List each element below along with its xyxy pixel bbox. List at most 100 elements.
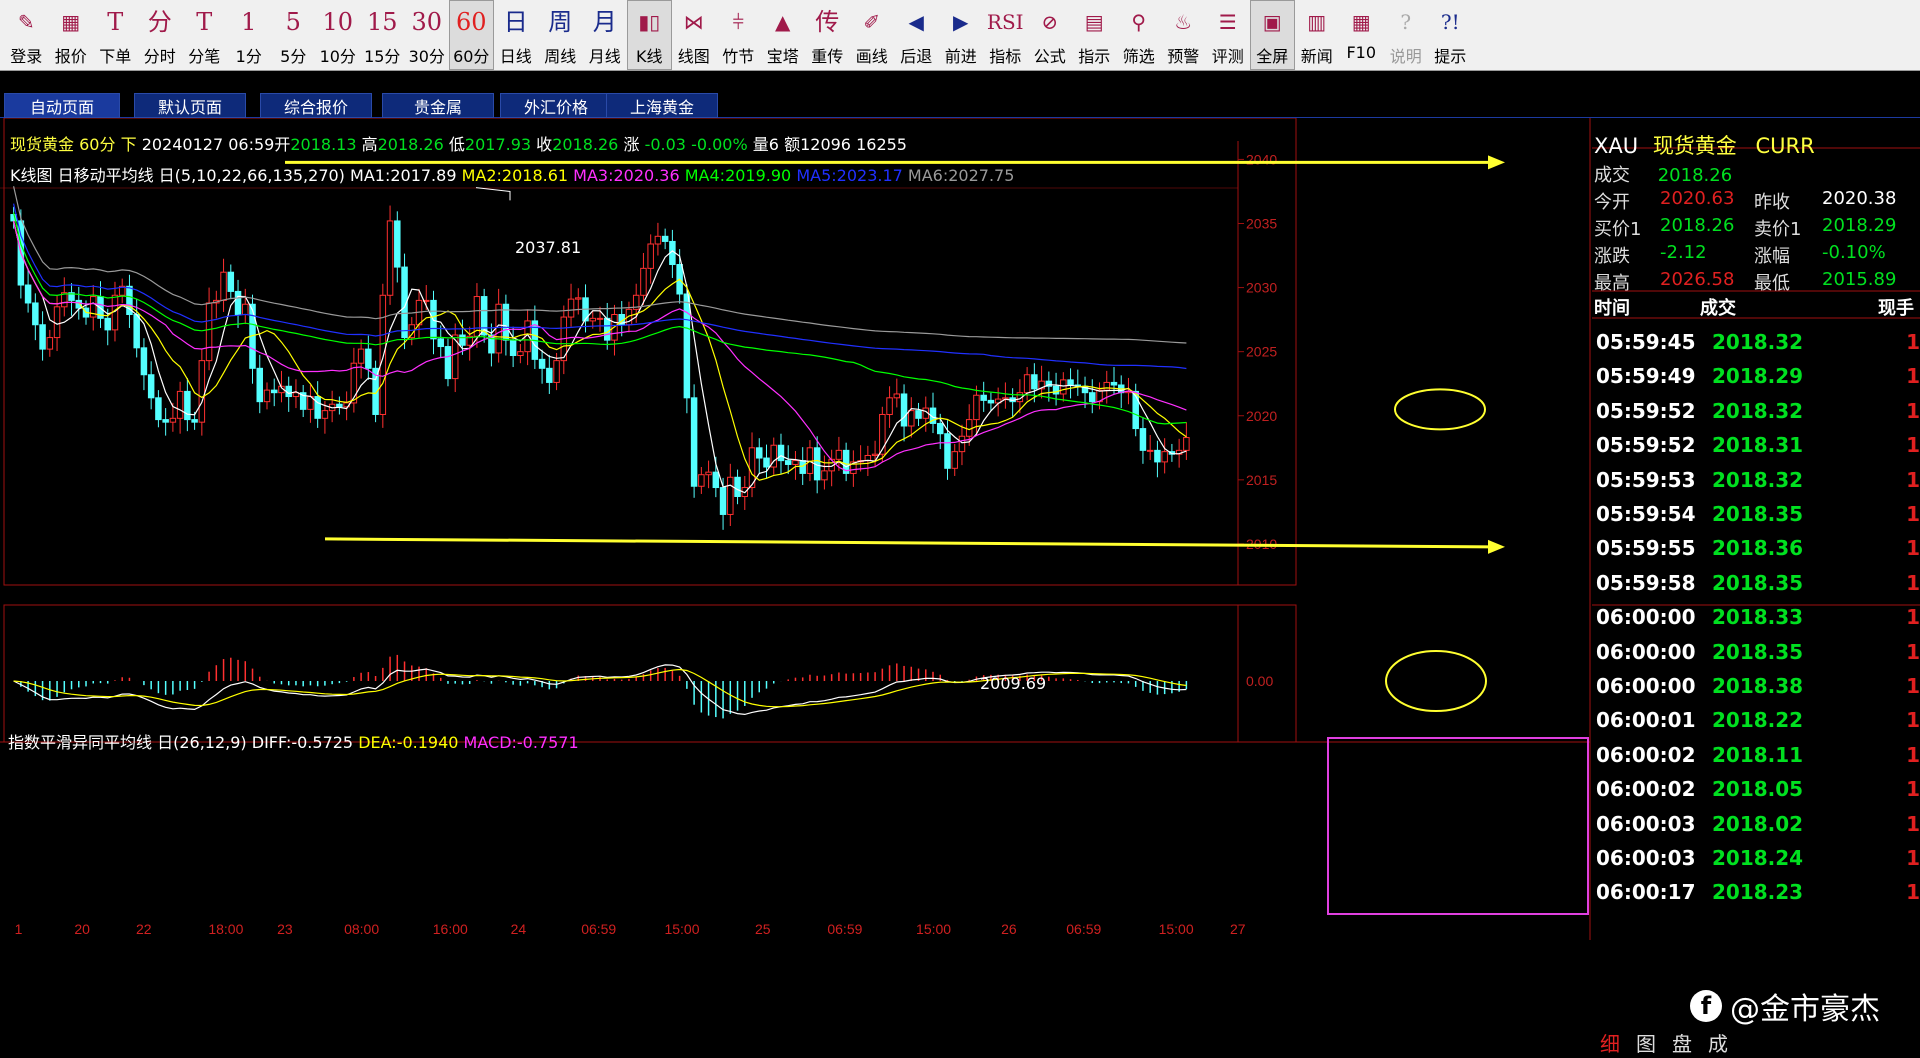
candle-body [205, 302, 213, 362]
toolbar-news-button[interactable]: ▥ 新闻 [1295, 0, 1340, 70]
help-desc-icon: ? [1400, 10, 1412, 34]
highlight-ellipse [1394, 388, 1486, 431]
tick-row: 06:00:02 2018.05 1 [1592, 772, 1920, 806]
tips-label: 提示 [1434, 47, 1467, 66]
toolbar-order-button[interactable]: T 下单 [93, 0, 138, 70]
candle-body [459, 334, 466, 346]
toolbar-formula-button[interactable]: ⊘ 公式 [1028, 0, 1073, 70]
toolbar-linechart-button[interactable]: ⋈ 线图 [672, 0, 717, 70]
detail-tab-bar: 细图盘成 [1592, 1026, 1920, 1058]
tab-5[interactable]: 上海黄金 [606, 93, 718, 118]
detail-tab-2[interactable]: 盘 [1664, 1026, 1700, 1058]
toolbar-indicator-button[interactable]: RSI 指标 [983, 0, 1028, 70]
toolbar-f10-button[interactable]: ▦ F10 [1339, 0, 1384, 70]
60min-icon: 60 [455, 8, 487, 36]
quote-change: -2.12 [1660, 242, 1707, 263]
tick-time: 06:00:00 [1596, 674, 1696, 698]
tick-vol: 1 [1906, 742, 1920, 767]
kline-icon: ▮▯ [638, 10, 661, 34]
toolbar-help-desc-button[interactable]: ? 说明 [1384, 0, 1429, 70]
quote-change-pct: -0.10% [1822, 242, 1886, 263]
candle-body [509, 339, 517, 357]
toolbar-filter-button[interactable]: ⚲ 筛选 [1117, 0, 1162, 70]
alert-label: 预警 [1167, 47, 1200, 66]
tick-time: 05:59:55 [1596, 536, 1696, 561]
toolbar-tips-button[interactable]: ?! 提示 [1428, 0, 1473, 70]
ma2-line [13, 220, 1187, 481]
toolbar-login-button[interactable]: ✎ 登录 [4, 0, 49, 70]
candle-body [958, 435, 966, 453]
toolbar-forward-button[interactable]: ▶ 前进 [939, 0, 984, 70]
tab-4[interactable]: 外汇价格 [500, 93, 612, 118]
formula-icon: ⊘ [1041, 10, 1059, 34]
resend-icon: 传 [815, 8, 840, 36]
x-tick-label: 15:00 [1159, 921, 1194, 937]
ma3-value: MA3:2020.36 [573, 166, 680, 185]
x-tick-label: 23 [277, 921, 293, 937]
candle-body [915, 410, 922, 419]
toolbar-daily-button[interactable]: 日日线 [494, 0, 539, 70]
toolbar-1min-button[interactable]: 1 1分 [227, 0, 272, 70]
toolbar-quote-button[interactable]: ▦ 报价 [49, 0, 94, 70]
toolbar-10min-button[interactable]: 10 10分 [316, 0, 361, 70]
tab-3[interactable]: 贵金属 [382, 93, 494, 118]
tab-0[interactable]: 自动页面 [4, 93, 120, 118]
toolbar-kline-button[interactable]: ▮▯ K线 [627, 0, 672, 70]
candle-body [270, 389, 278, 394]
tab-2[interactable]: 综合报价 [260, 93, 372, 118]
quote-last: 2018.26 [1657, 165, 1733, 186]
y-tick-label: 2015 [1246, 472, 1277, 488]
tick-price: 2018.35 [1712, 570, 1804, 595]
bar-high: 2018.26 [377, 135, 444, 154]
toolbar-resend-button[interactable]: 传重传 [805, 0, 850, 70]
candle-body [553, 360, 560, 383]
ma3-line [13, 220, 1187, 472]
toolbar-indicate-button[interactable]: ▤ 指示 [1072, 0, 1117, 70]
fullscreen-label: 全屏 [1256, 47, 1289, 66]
indicator-label: 指标 [989, 47, 1022, 66]
toolbar-tower-button[interactable]: ▲ 宝塔 [761, 0, 806, 70]
bar-extra: 16255 [856, 135, 907, 154]
formula-label: 公式 [1033, 47, 1066, 66]
toolbar-fullscreen-button[interactable]: ▣ 全屏 [1250, 0, 1295, 70]
toolbar-tick-button[interactable]: T 分笔 [182, 0, 227, 70]
candle-body [886, 397, 893, 415]
macd-highlight-ellipse [1385, 650, 1487, 712]
toolbar-draw-button[interactable]: ✐ 画线 [850, 0, 895, 70]
candle-body [712, 471, 720, 489]
toolbar-weekly-button[interactable]: 周周线 [538, 0, 583, 70]
dea-value: DEA:-0.1940 [358, 733, 459, 752]
toolbar-bamboo-button[interactable]: ⫩ 竹节 [716, 0, 761, 70]
detail-tab-3[interactable]: 成 [1700, 1026, 1736, 1058]
detail-tab-1[interactable]: 图 [1628, 1026, 1664, 1058]
quote-low: 2015.89 [1822, 269, 1897, 290]
15min-label: 15分 [364, 47, 401, 66]
tick-row: 05:59:52 2018.31 1 [1592, 428, 1920, 462]
evaluate-icon: ☰ [1218, 10, 1237, 34]
candle-body [705, 471, 712, 476]
toolbar-30min-button[interactable]: 30 30分 [405, 0, 450, 70]
high-annotation: 2037.81 [515, 238, 582, 257]
tick-row: 05:59:58 2018.35 1 [1592, 566, 1920, 600]
indicate-label: 指示 [1078, 47, 1111, 66]
toolbar-15min-button[interactable]: 15 15分 [360, 0, 405, 70]
support-arrow [324, 537, 1491, 549]
candle-body [727, 476, 734, 515]
tab-1[interactable]: 默认页面 [134, 93, 246, 118]
detail-tab-0[interactable]: 细 [1592, 1026, 1628, 1058]
candle-body [698, 474, 705, 487]
candle-body [133, 313, 140, 349]
x-tick-label: 27 [1230, 921, 1246, 937]
toolbar-monthly-button[interactable]: 月月线 [583, 0, 628, 70]
toolbar-5min-button[interactable]: 5 5分 [271, 0, 316, 70]
toolbar-evaluate-button[interactable]: ☰ 评测 [1206, 0, 1251, 70]
candle-body [1146, 449, 1154, 452]
tick-label: 分笔 [188, 47, 221, 66]
candle-body [495, 303, 502, 354]
toolbar-alert-button[interactable]: ♨ 预警 [1161, 0, 1206, 70]
toolbar-60min-button[interactable]: 60 60分 [449, 0, 494, 70]
toolbar-back-button[interactable]: ◀ 后退 [894, 0, 939, 70]
toolbar-intraday-button[interactable]: 分分时 [138, 0, 183, 70]
tick-price: 2018.38 [1712, 674, 1804, 698]
page-tab-bar: 自动页面 默认页面 综合报价 贵金属 外汇价格 上海黄金 [0, 80, 1920, 118]
